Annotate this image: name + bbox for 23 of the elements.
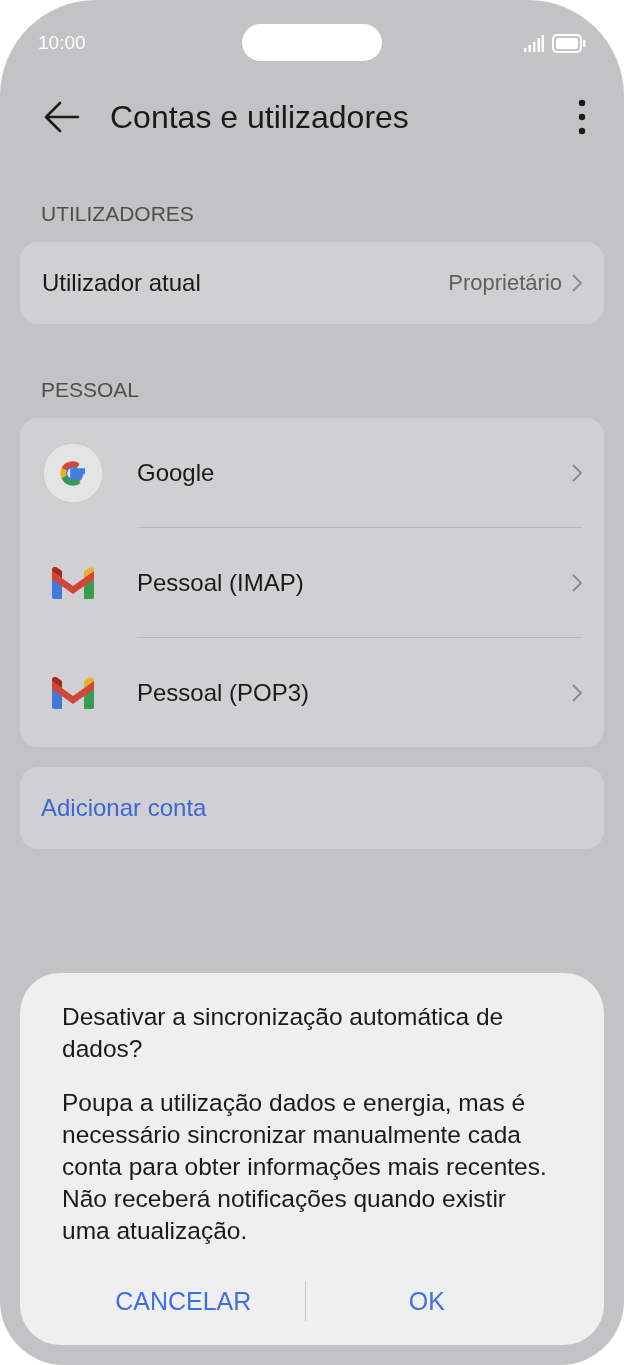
section-header: PESSOAL	[40, 377, 141, 403]
signal-icon	[524, 34, 544, 52]
mail-logo-icon	[52, 566, 94, 599]
chevron-right-icon	[572, 683, 582, 702]
mail-logo-icon	[52, 676, 94, 709]
dialog-button[interactable]: OK	[305, 1277, 548, 1325]
status-time: 10:00	[38, 32, 86, 54]
account-row[interactable]: Pessoal (IMAP)	[137, 527, 582, 637]
more-options-icon[interactable]	[578, 99, 586, 135]
dialog-title: Desativar a sincronização automática de dados?	[62, 1002, 505, 1064]
battery-icon	[552, 33, 586, 53]
dialog-message: Poupa a utilização dados e energia, mas é necessário sincronizar manualmente cada conta para obter informações mais recentes. Não receberá notificações quando existir uma atualização.	[62, 1088, 548, 1246]
chevron-right-icon	[572, 274, 582, 292]
dialog-button[interactable]: CANCELAR	[62, 1277, 305, 1325]
back-arrow-icon[interactable]	[44, 101, 80, 133]
current-user-row[interactable]: Utilizador atual Proprietário	[42, 242, 582, 324]
chevron-right-icon	[572, 463, 582, 482]
google-logo-icon	[42, 441, 104, 504]
section-header: UTILIZADORES	[40, 201, 195, 227]
account-row[interactable]: Pessoal (POP3)	[137, 637, 582, 747]
screen-title: Contas e utilizadores	[110, 98, 410, 136]
chevron-right-icon	[572, 573, 582, 592]
account-row[interactable]: Google	[137, 418, 582, 527]
